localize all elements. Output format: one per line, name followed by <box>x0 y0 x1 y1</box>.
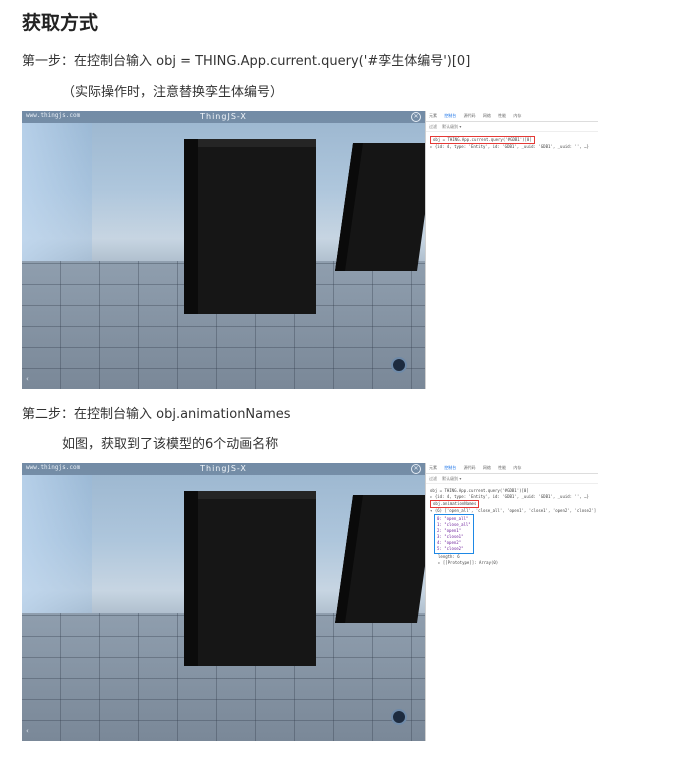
viewport-topbar: www.thingjs.com ThingJS-X ✕ <box>22 463 425 475</box>
compass-icon[interactable] <box>391 357 407 373</box>
tab-console[interactable]: 控制台 <box>444 465 456 470</box>
cabinet-model <box>184 139 316 314</box>
anim-command: obj.animationNames <box>430 500 480 508</box>
cabinet-model-secondary <box>335 143 425 271</box>
devtools-tabs: 元素 控制台 源代码 网络 性能 内存 <box>426 463 598 474</box>
tab-performance[interactable]: 性能 <box>498 113 506 118</box>
tab-network[interactable]: 网络 <box>483 113 491 118</box>
screenshot-step-two: www.thingjs.com ThingJS-X ✕ ‹ 元素 控制台 源代码… <box>22 463 598 741</box>
console-filter[interactable]: 过滤 <box>429 124 437 129</box>
tab-memory[interactable]: 内存 <box>513 113 521 118</box>
page-title: 获取方式 <box>22 12 99 34</box>
query-command: obj = THING.App.current.query('#GDB1')[0… <box>430 136 535 144</box>
close-icon[interactable]: ✕ <box>411 112 421 122</box>
tab-performance[interactable]: 性能 <box>498 465 506 470</box>
close-icon[interactable]: ✕ <box>411 464 421 474</box>
console-toolbar: 过滤 默认级别 ▾ <box>426 122 598 132</box>
devtools-panel: 元素 控制台 源代码 网络 性能 内存 过滤 默认级别 ▾ obj = THIN… <box>425 463 598 741</box>
console-levels[interactable]: 默认级别 ▾ <box>442 476 461 481</box>
tab-network[interactable]: 网络 <box>483 465 491 470</box>
compass-icon[interactable] <box>391 709 407 725</box>
console-filter[interactable]: 过滤 <box>429 476 437 481</box>
console-toolbar: 过滤 默认级别 ▾ <box>426 474 598 484</box>
cabinet-model <box>184 491 316 666</box>
step-two-text: 第二步：在控制台输入 obj.animationNames <box>22 407 291 422</box>
screenshot-step-one: www.thingjs.com ThingJS-X ✕ ‹ 元素 控制台 源代码… <box>22 111 598 389</box>
devtools-panel: 元素 控制台 源代码 网络 性能 内存 过滤 默认级别 ▾ obj = THIN… <box>425 111 598 389</box>
anim-names-list: 0: "open_all" 1: "close_all" 2: "open1" … <box>434 514 474 554</box>
console-levels[interactable]: 默认级别 ▾ <box>442 124 461 129</box>
query-result: ▸ {id: 4, type: 'Entity', id: 'GDB1', _u… <box>430 144 589 149</box>
thingjs-viewport: www.thingjs.com ThingJS-X ✕ ‹ <box>22 111 425 389</box>
tab-console[interactable]: 控制台 <box>444 113 456 118</box>
tab-sources[interactable]: 源代码 <box>464 113 476 118</box>
tab-sources[interactable]: 源代码 <box>464 465 476 470</box>
step-one-note: （实际操作时，注意替换孪生体编号） <box>62 85 284 100</box>
viewport-title: ThingJS-X <box>200 112 247 121</box>
collapse-arrow-icon[interactable]: ‹ <box>26 375 29 383</box>
step-two-note: 如图，获取到了该模型的6个动画名称 <box>62 437 279 452</box>
viewport-title: ThingJS-X <box>200 464 247 473</box>
cabinet-model-secondary <box>335 495 425 623</box>
tab-elements[interactable]: 元素 <box>429 465 437 470</box>
thingjs-viewport: www.thingjs.com ThingJS-X ✕ ‹ <box>22 463 425 741</box>
devtools-tabs: 元素 控制台 源代码 网络 性能 内存 <box>426 111 598 122</box>
viewport-topbar: www.thingjs.com ThingJS-X ✕ <box>22 111 425 123</box>
step-one-text: 第一步：在控制台输入 obj = THING.App.current.query… <box>22 54 471 69</box>
collapse-arrow-icon[interactable]: ‹ <box>26 727 29 735</box>
tab-memory[interactable]: 内存 <box>513 465 521 470</box>
anim-name-item: 5: "close2" <box>437 546 464 551</box>
tab-elements[interactable]: 元素 <box>429 113 437 118</box>
anim-prototype: ▸ [[Prototype]]: Array(0) <box>438 560 499 565</box>
